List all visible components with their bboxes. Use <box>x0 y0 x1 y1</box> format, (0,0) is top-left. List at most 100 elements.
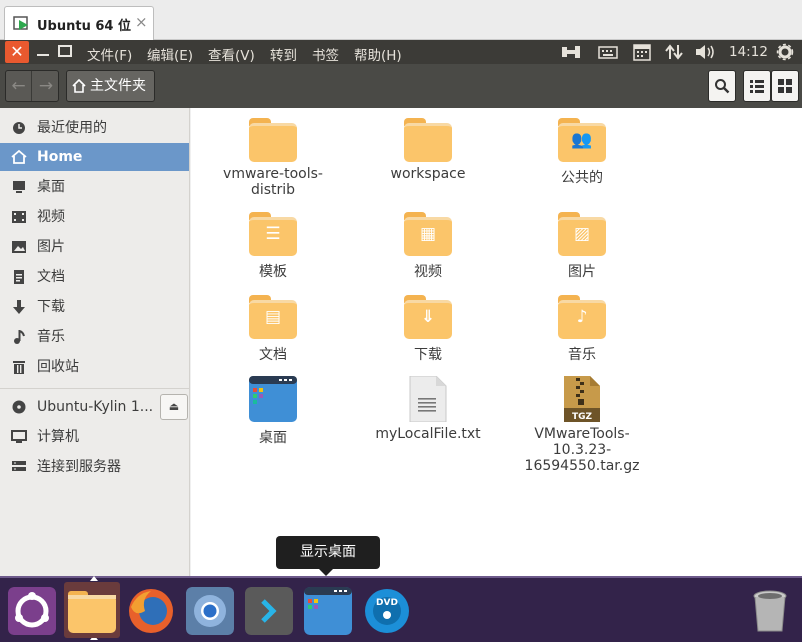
computer-icon <box>11 430 27 443</box>
network-status-icon[interactable] <box>560 43 582 61</box>
clock[interactable]: 14:12 <box>729 44 768 60</box>
grid-view-icon <box>778 79 792 93</box>
grid-view-button[interactable] <box>771 70 799 102</box>
file-item-label: myLocalFile.txt <box>375 426 481 442</box>
settings-gear-icon[interactable] <box>776 43 794 61</box>
file-view: vmware-tools-distrib workspace 👥 公共的 ☰ 模… <box>191 108 802 576</box>
file-item-templates[interactable]: ☰ 模板 <box>213 212 333 280</box>
file-item-desktop[interactable]: 桌面 <box>213 376 333 446</box>
vm-tab-close-icon[interactable]: × <box>135 13 148 31</box>
menu-help[interactable]: 帮助(H) <box>354 44 402 64</box>
file-item-mylocalfile[interactable]: myLocalFile.txt <box>368 376 488 442</box>
show-desktop-tooltip: 显示桌面 <box>276 536 380 569</box>
launcher-dock: DVD <box>0 576 802 642</box>
calendar-icon[interactable] <box>632 43 652 61</box>
sidebar-item-documents[interactable]: 文档 <box>0 263 189 291</box>
path-bar-home-button[interactable]: 主文件夹 <box>66 70 155 102</box>
places-sidebar: 最近使用的 Home 桌面 视频 图片 文档 下载 音乐 回收站 Ubuntu-… <box>0 108 190 576</box>
path-bar-label: 主文件夹 <box>90 78 146 94</box>
public-folder-icon: 👥 <box>558 118 606 162</box>
videos-folder-icon: ▦ <box>404 212 452 256</box>
sidebar-item-ubuntu-kylin-disc[interactable]: Ubuntu-Kylin 1... <box>0 393 160 421</box>
eject-button[interactable]: ⏏ <box>160 394 188 420</box>
music-icon <box>14 330 25 344</box>
sidebar-divider <box>0 388 189 389</box>
sidebar-item-home[interactable]: Home <box>0 143 189 171</box>
sidebar-item-downloads[interactable]: 下载 <box>0 293 189 321</box>
vm-tab-title: Ubuntu 64 位 <box>37 19 131 34</box>
active-indicator-top <box>90 576 98 581</box>
file-item-workspace[interactable]: workspace <box>368 118 488 182</box>
file-item-public[interactable]: 👥 公共的 <box>522 118 642 186</box>
download-icon <box>13 300 25 314</box>
chromium-icon[interactable] <box>186 587 234 635</box>
file-item-label: 模板 <box>259 264 287 280</box>
menu-file[interactable]: 文件(F) <box>87 44 132 64</box>
sidebar-item-recent[interactable]: 最近使用的 <box>0 114 189 142</box>
firefox-icon[interactable] <box>127 587 175 635</box>
vm-tab[interactable]: Ubuntu 64 位 × <box>4 6 154 40</box>
picture-icon <box>12 241 26 253</box>
templates-folder-icon: ☰ <box>249 212 297 256</box>
video-icon <box>12 211 26 223</box>
dvd-badge: DVD <box>376 598 398 608</box>
list-view-button[interactable] <box>743 70 771 102</box>
search-button[interactable] <box>708 70 736 102</box>
file-item-music[interactable]: ♪ 音乐 <box>522 295 642 363</box>
file-item-videos[interactable]: ▦ 视频 <box>368 212 488 280</box>
sidebar-item-label: 回收站 <box>37 359 79 375</box>
file-item-label: 图片 <box>568 264 596 280</box>
list-view-icon <box>750 80 764 93</box>
window-close-button[interactable]: ✕ <box>5 41 29 63</box>
transfer-arrows-icon[interactable] <box>664 43 684 61</box>
archive-file-icon: TGZ <box>564 376 600 422</box>
file-item-pictures[interactable]: ▨ 图片 <box>522 212 642 280</box>
sidebar-item-label: 下载 <box>37 299 65 315</box>
dvd-icon[interactable]: DVD <box>363 587 411 635</box>
file-item-vmwaretools-archive[interactable]: TGZ VMwareTools-10.3.23-16594550.tar.gz <box>522 376 642 474</box>
file-item-label: 下载 <box>414 347 442 363</box>
forward-button[interactable]: → <box>33 71 59 101</box>
sidebar-item-trash[interactable]: 回收站 <box>0 353 189 381</box>
sidebar-item-desktop[interactable]: 桌面 <box>0 173 189 201</box>
disc-icon <box>12 400 26 414</box>
file-item-documents[interactable]: ▤ 文档 <box>213 295 333 363</box>
file-item-label: 文档 <box>259 347 287 363</box>
trash-icon[interactable] <box>746 587 794 635</box>
file-item-vmware-tools-distrib[interactable]: vmware-tools-distrib <box>213 118 333 198</box>
menu-bookmarks[interactable]: 书签 <box>312 44 339 64</box>
sidebar-item-connect-server[interactable]: 连接到服务器 <box>0 453 189 481</box>
terminal-icon[interactable] <box>245 587 293 635</box>
volume-icon[interactable] <box>694 43 716 61</box>
back-button[interactable]: ← <box>6 71 32 101</box>
desktop-icon <box>13 181 25 193</box>
file-item-downloads[interactable]: ⇓ 下载 <box>368 295 488 363</box>
menu-edit[interactable]: 编辑(E) <box>147 44 193 64</box>
sidebar-item-computer[interactable]: 计算机 <box>0 423 189 451</box>
sidebar-item-label: 文档 <box>37 269 65 285</box>
pictures-folder-icon: ▨ <box>558 212 606 256</box>
menu-go[interactable]: 转到 <box>270 44 297 64</box>
file-item-label: 视频 <box>414 264 442 280</box>
network-icon <box>12 461 26 471</box>
files-icon[interactable] <box>68 587 116 635</box>
archive-badge: TGZ <box>572 412 593 422</box>
menu-view[interactable]: 查看(V) <box>208 44 255 64</box>
folder-icon <box>404 118 452 162</box>
keyboard-icon[interactable] <box>598 43 618 61</box>
home-icon <box>11 150 27 164</box>
documents-folder-icon: ▤ <box>249 295 297 339</box>
sidebar-item-music[interactable]: 音乐 <box>0 323 189 351</box>
document-icon <box>14 270 24 284</box>
sidebar-item-videos[interactable]: 视频 <box>0 203 189 231</box>
vm-tab-strip: Ubuntu 64 位 × <box>0 0 802 40</box>
sidebar-item-pictures[interactable]: 图片 <box>0 233 189 261</box>
vm-running-icon <box>13 16 28 30</box>
sidebar-item-label: 最近使用的 <box>37 120 107 136</box>
window-minimize-button[interactable] <box>35 44 51 58</box>
music-folder-icon: ♪ <box>558 295 606 339</box>
show-desktop-icon[interactable] <box>304 587 352 635</box>
ubuntu-logo-icon[interactable] <box>8 587 56 635</box>
sidebar-item-label: 视频 <box>37 209 65 225</box>
window-restore-button[interactable] <box>57 44 73 58</box>
